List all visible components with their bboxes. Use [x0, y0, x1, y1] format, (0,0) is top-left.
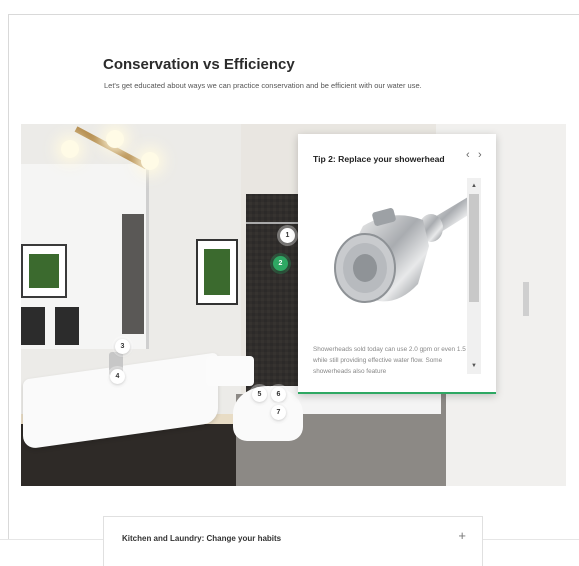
- light-bulb: [141, 152, 159, 170]
- toilet-bowl: [233, 386, 303, 441]
- scroll-up-arrow-icon[interactable]: ▲: [467, 180, 481, 192]
- framed-art-right: [196, 239, 238, 305]
- scroll-down-arrow-icon[interactable]: ▼: [467, 360, 481, 372]
- hotspot-2[interactable]: 2: [273, 256, 288, 271]
- framed-art-left: [21, 244, 67, 298]
- scrollbar-thumb[interactable]: [469, 194, 479, 302]
- toilet-tank: [206, 356, 254, 386]
- hotspot-5[interactable]: 5: [252, 387, 267, 402]
- tip-description: Showerheads sold today can use 2.0 gpm o…: [313, 346, 480, 375]
- previous-tip-button[interactable]: ‹: [466, 148, 470, 162]
- mirror-reflection: [122, 214, 144, 334]
- towel: [55, 307, 79, 345]
- wall-hook: [523, 282, 529, 316]
- light-bulb: [106, 130, 124, 148]
- page-title: Conservation vs Efficiency: [103, 56, 295, 73]
- frame-left-line: [8, 14, 9, 539]
- page-subtitle: Let's get educated about ways we can pra…: [104, 81, 422, 90]
- accordion-kitchen-laundry[interactable]: Kitchen and Laundry: Change your habits …: [103, 516, 483, 566]
- hotspot-1[interactable]: 1: [280, 228, 295, 243]
- hotspot-7[interactable]: 7: [271, 405, 286, 420]
- plus-icon[interactable]: +: [458, 528, 466, 543]
- tip-scrollbar[interactable]: ▲ ▼: [467, 178, 481, 374]
- hotspot-4[interactable]: 4: [110, 369, 125, 384]
- showerhead-icon: [334, 194, 473, 303]
- frame-top-line: [8, 14, 579, 15]
- tip-title: Tip 2: Replace your showerhead: [313, 154, 445, 164]
- towel: [21, 307, 45, 345]
- tip-content[interactable]: Showerheads sold today can use 2.0 gpm o…: [313, 178, 480, 376]
- hotspot-6[interactable]: 6: [271, 387, 286, 402]
- next-tip-button[interactable]: ›: [478, 148, 482, 162]
- light-bulb: [61, 140, 79, 158]
- accordion-label: Kitchen and Laundry: Change your habits: [122, 534, 282, 543]
- hotspot-3[interactable]: 3: [115, 339, 130, 354]
